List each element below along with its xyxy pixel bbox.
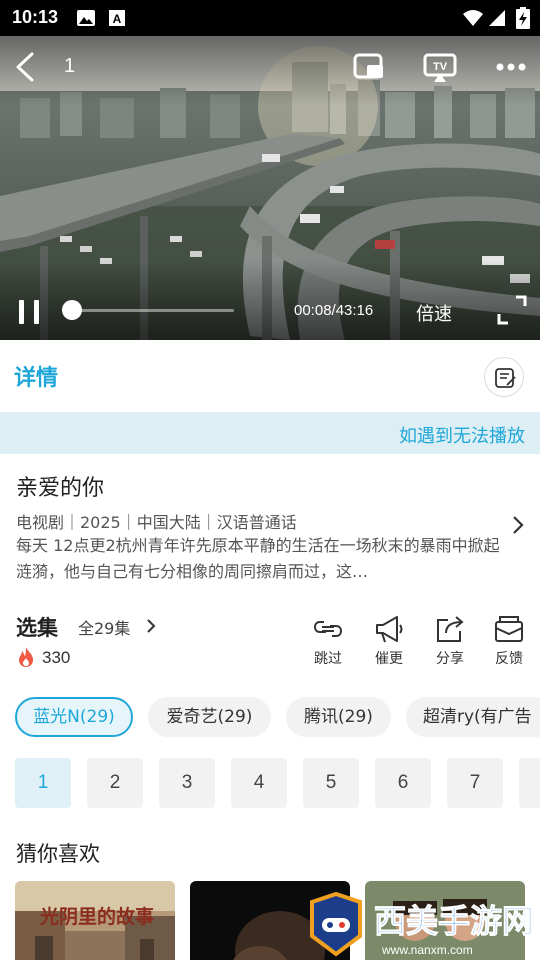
watermark-logo: 西美手游网 www.nanxm.com: [310, 891, 535, 957]
chevron-right-icon[interactable]: [509, 514, 527, 536]
poster-title: 光阴里的故事: [39, 905, 154, 928]
progress-bar[interactable]: [70, 309, 234, 312]
source-chip[interactable]: 超清ry(有广告: [406, 697, 540, 737]
feedback-icon: [495, 616, 523, 642]
episode-button[interactable]: 7: [447, 758, 503, 808]
gallery-icon: [77, 10, 95, 26]
skip-button[interactable]: 跳过: [300, 614, 356, 670]
tv-cast-icon[interactable]: TV: [422, 52, 458, 84]
progress-thumb[interactable]: [62, 300, 82, 320]
source-chip[interactable]: 爱奇艺(29): [148, 697, 271, 737]
battery-icon: [516, 7, 530, 29]
episode-button[interactable]: 2: [87, 758, 143, 808]
episode-button-partial[interactable]: [519, 758, 540, 808]
watermark-brand: 西美手游网: [374, 902, 534, 940]
hot-count: 330: [42, 648, 71, 667]
time-label: 00:08/43:16: [294, 302, 374, 319]
episodes-count[interactable]: 全29集: [78, 615, 130, 639]
note-button[interactable]: [484, 357, 524, 397]
watermark-url: www.nanxm.com: [381, 943, 473, 957]
detail-tab-bar: 详情: [0, 340, 540, 412]
source-chip[interactable]: 蓝光N(29): [15, 697, 133, 737]
back-icon[interactable]: [12, 50, 42, 84]
svg-text:A: A: [113, 12, 122, 26]
episode-button[interactable]: 4: [231, 758, 287, 808]
status-time: 10:13: [12, 7, 59, 27]
urge-button[interactable]: 催更: [361, 614, 417, 670]
pause-icon[interactable]: [14, 296, 44, 328]
episodes-title: 选集: [16, 616, 58, 640]
source-chip[interactable]: 腾讯(29): [286, 697, 391, 737]
show-meta: 电视剧｜2025｜中国大陆｜汉语普通话: [16, 513, 297, 532]
notice-text: 如遇到无法播放: [399, 426, 525, 447]
episode-number: 1: [64, 55, 76, 77]
share-icon: [437, 616, 464, 642]
pip-icon[interactable]: [352, 52, 386, 82]
share-label: 分享: [436, 651, 464, 667]
status-bar: 10:13 A: [0, 0, 540, 36]
more-icon[interactable]: [494, 58, 528, 76]
urge-label: 催更: [375, 651, 403, 667]
feedback-label: 反馈: [495, 651, 523, 667]
speed-button[interactable]: 倍速: [416, 300, 452, 326]
video-player[interactable]: 1 TV 00:08/43:16 倍速: [0, 36, 540, 340]
episode-button[interactable]: 3: [159, 758, 215, 808]
episode-button[interactable]: 5: [303, 758, 359, 808]
notice-banner: 如遇到无法播放: [0, 412, 540, 454]
recommend-title: 猜你喜欢: [16, 842, 100, 866]
svg-text:TV: TV: [433, 61, 448, 73]
fire-icon: [19, 647, 33, 667]
recommend-poster[interactable]: 光阴里的故事: [15, 881, 175, 960]
episode-button[interactable]: 6: [375, 758, 431, 808]
signal-icon: [489, 10, 505, 26]
a-notification-icon: A: [109, 10, 125, 26]
megaphone-icon: [376, 616, 403, 643]
show-description: 每天 12点更2杭州青年许先原本平静的生活在一场秋末的暴雨中掀起涟漪，他与自己有…: [16, 536, 500, 581]
poster-image: 光阴里的故事: [15, 881, 175, 960]
detail-tab[interactable]: 详情: [14, 360, 58, 392]
skip-icon: [313, 621, 343, 637]
bottom-shade: [0, 260, 540, 340]
show-title: 亲爱的你: [16, 476, 105, 501]
chevron-right-icon[interactable]: [144, 616, 158, 636]
top-shade: [0, 36, 540, 106]
fullscreen-icon[interactable]: [496, 294, 528, 326]
wifi-icon: [463, 10, 483, 26]
share-button[interactable]: 分享: [422, 614, 478, 670]
episode-button[interactable]: 1: [15, 758, 71, 808]
skip-label: 跳过: [314, 651, 342, 667]
note-icon: [495, 368, 516, 388]
feedback-button[interactable]: 反馈: [481, 614, 537, 670]
